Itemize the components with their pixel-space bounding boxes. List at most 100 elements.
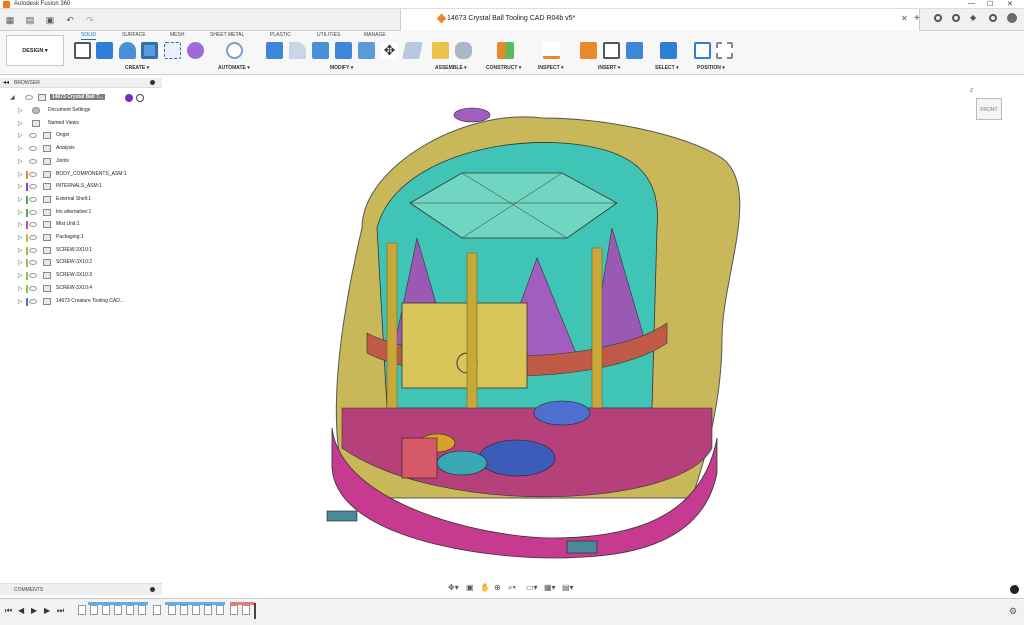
tree-item[interactable]: ▷ Named Views: [18, 119, 162, 130]
timeline-feature[interactable]: [242, 605, 250, 615]
save-icon[interactable]: ▣: [42, 13, 58, 27]
expand-arrow-icon[interactable]: ▷: [18, 272, 23, 279]
visibility-eye-icon[interactable]: [29, 158, 37, 164]
radio-active-icon[interactable]: [136, 94, 144, 102]
timeline-feature[interactable]: [153, 605, 161, 615]
tree-item[interactable]: ▷ SCREW-3X10:2: [18, 258, 162, 269]
job-status-icon[interactable]: [952, 14, 960, 22]
timeline-prev-button[interactable]: ◀: [18, 606, 24, 615]
tree-item[interactable]: ▷ Iris alternative:1: [18, 208, 162, 219]
group-assemble[interactable]: ASSEMBLE ▾: [435, 65, 467, 71]
expand-arrow-icon[interactable]: ▷: [18, 234, 23, 241]
visibility-eye-icon[interactable]: [29, 184, 37, 190]
create-form-icon[interactable]: [187, 42, 204, 59]
expand-arrow-icon[interactable]: ▷: [18, 209, 23, 216]
timeline-feature[interactable]: [216, 605, 224, 615]
tab-surface[interactable]: SURFACE: [122, 32, 146, 38]
pattern-icon[interactable]: [164, 42, 181, 59]
group-select[interactable]: SELECT ▾: [655, 65, 679, 71]
document-tab[interactable]: 14673 Crystal Ball Tooling CAD R04b v5* …: [400, 9, 920, 31]
tab-manage[interactable]: MANAGE: [364, 32, 386, 38]
automate-icon[interactable]: [226, 42, 243, 59]
viewcube-front-face[interactable]: FRONT: [976, 98, 1002, 120]
model-render[interactable]: [162, 78, 1024, 598]
combine-icon[interactable]: [358, 42, 375, 59]
tree-root-item[interactable]: ◢ 14673 Crystal Ball T...: [10, 93, 160, 104]
tree-item[interactable]: ▷ SCREW-3X10:3: [18, 271, 162, 282]
viewcube[interactable]: Z FRONT: [970, 88, 1008, 126]
tree-item[interactable]: ▷ 14673 Creature Tooling CAD...: [18, 297, 162, 308]
expand-arrow-icon[interactable]: ▷: [18, 145, 23, 152]
visibility-eye-icon[interactable]: [29, 209, 37, 215]
group-inspect[interactable]: INSPECT ▾: [538, 65, 564, 71]
timeline-play-button[interactable]: ▶: [31, 606, 37, 615]
align-icon[interactable]: [402, 42, 423, 59]
viewports-icon[interactable]: ▤▾: [562, 583, 574, 592]
extensions-icon[interactable]: [934, 14, 942, 22]
canvas-viewport[interactable]: [162, 78, 1024, 598]
help-icon[interactable]: [989, 14, 997, 22]
timeline-feature[interactable]: [114, 605, 122, 615]
visibility-eye-icon[interactable]: [29, 171, 37, 177]
select-icon[interactable]: [660, 42, 677, 59]
group-position[interactable]: POSITION ▾: [697, 65, 725, 71]
orbit-icon[interactable]: ✥▾: [448, 583, 459, 592]
expand-arrow-icon[interactable]: ▷: [18, 247, 23, 254]
tree-item[interactable]: ▷ BODY_COMPONENTS_ASM:1: [18, 170, 162, 181]
grid-settings-icon[interactable]: ▦▾: [544, 583, 556, 592]
tab-mesh[interactable]: MESH: [170, 32, 184, 38]
expand-arrow-icon[interactable]: ▷: [18, 183, 23, 190]
tab-sheet-metal[interactable]: SHEET METAL: [210, 32, 244, 38]
expand-arrow-icon[interactable]: ▷: [18, 120, 23, 127]
zoom-icon[interactable]: ⊕: [494, 583, 501, 592]
tree-item[interactable]: ▷ SCREW-3X10:1: [18, 246, 162, 257]
insert-canvas-icon[interactable]: [626, 42, 643, 59]
expand-arrow-icon[interactable]: ▷: [18, 298, 23, 305]
group-modify[interactable]: MODIFY ▾: [330, 65, 353, 71]
visibility-eye-icon[interactable]: [29, 235, 37, 240]
hole-icon[interactable]: [141, 42, 158, 59]
move-copy-icon[interactable]: ✥: [381, 42, 398, 59]
expand-arrow-icon[interactable]: ▷: [18, 171, 23, 178]
tab-solid[interactable]: SOLID: [81, 32, 97, 40]
extrude-icon[interactable]: [96, 42, 113, 59]
visibility-eye-icon[interactable]: [29, 285, 37, 291]
tree-item[interactable]: ▷ INTERNALS_ASM:1: [18, 182, 162, 193]
expand-arrow-icon[interactable]: ▷: [18, 132, 23, 139]
group-create[interactable]: CREATE ▾: [125, 65, 149, 71]
display-settings-icon[interactable]: ▭▾: [526, 583, 538, 592]
tree-item[interactable]: ▷ Packaging:1: [18, 233, 162, 244]
timeline-feature[interactable]: [102, 605, 110, 615]
undo-icon[interactable]: ↶: [62, 13, 78, 27]
new-component-icon[interactable]: [432, 42, 449, 59]
insert-derive-icon[interactable]: [580, 42, 597, 59]
expand-arrow-icon[interactable]: ▷: [18, 196, 23, 203]
press-pull-icon[interactable]: [266, 42, 283, 59]
maximize-button[interactable]: ☐: [987, 0, 993, 8]
timeline-next-button[interactable]: ▶: [44, 606, 50, 615]
close-tab-icon[interactable]: ✕: [901, 14, 908, 23]
group-insert[interactable]: INSERT ▾: [598, 65, 620, 71]
visibility-eye-icon[interactable]: [29, 260, 37, 266]
collapse-arrow-icon[interactable]: ◢: [10, 94, 15, 101]
comments-toggle-icon[interactable]: [150, 587, 155, 592]
visibility-eye-icon[interactable]: [29, 146, 37, 152]
timeline-feature[interactable]: [204, 605, 212, 615]
minimize-button[interactable]: —: [968, 0, 975, 7]
tree-item[interactable]: ▷ Mist Unit:1: [18, 220, 162, 231]
expand-arrow-icon[interactable]: ▷: [18, 221, 23, 228]
visibility-eye-icon[interactable]: [29, 298, 37, 304]
user-avatar[interactable]: [1007, 13, 1017, 23]
expand-arrow-icon[interactable]: ▷: [18, 285, 23, 292]
tab-plastic[interactable]: PLASTIC: [270, 32, 291, 38]
revolve-icon[interactable]: [119, 42, 136, 59]
revert-position-icon[interactable]: [716, 42, 733, 59]
offset-plane-icon[interactable]: [497, 42, 514, 59]
look-at-icon[interactable]: ▣: [466, 583, 474, 592]
visibility-eye-icon[interactable]: [25, 95, 33, 100]
notifications-icon[interactable]: ◆: [970, 13, 976, 22]
visibility-eye-icon[interactable]: [29, 133, 37, 139]
tree-item[interactable]: ▷ SCREW-3X10:4: [18, 284, 162, 295]
timeline-feature[interactable]: [168, 605, 176, 615]
browser-pin-icon[interactable]: [150, 80, 155, 85]
